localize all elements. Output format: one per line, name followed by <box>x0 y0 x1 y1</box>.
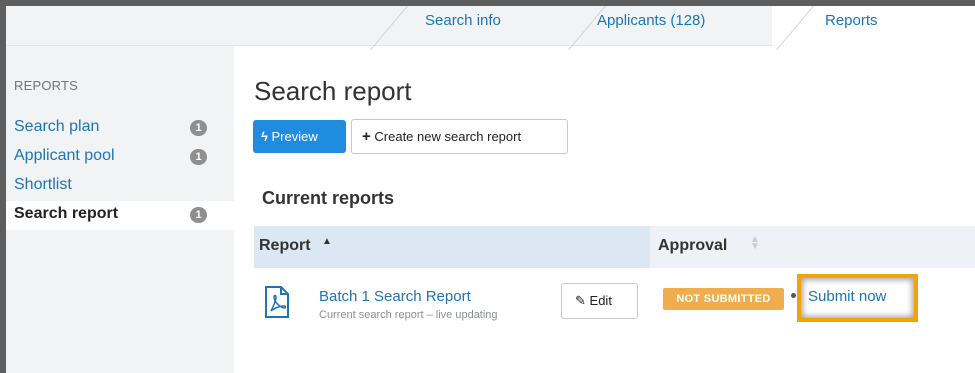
sidebar-item-shortlist[interactable]: Shortlist <box>6 172 234 201</box>
pdf-file-icon <box>265 286 289 318</box>
count-badge: 1 <box>190 120 207 136</box>
count-badge: 1 <box>190 207 207 223</box>
report-title-link[interactable]: Batch 1 Search Report <box>319 288 471 305</box>
preview-button-label: Preview <box>271 129 318 144</box>
section-title: Current reports <box>262 188 395 208</box>
status-badge: NOT SUBMITTED <box>663 288 784 310</box>
sidebar-item-label: Applicant pool <box>14 147 115 164</box>
count-badge: 1 <box>190 149 207 165</box>
submit-now-link[interactable]: Submit now <box>808 288 886 305</box>
column-header-report[interactable]: Report <box>259 237 311 255</box>
sidebar-item-label: Shortlist <box>14 176 72 193</box>
sort-icon[interactable]: ▲ ▼ <box>750 235 760 252</box>
sidebar-heading: REPORTS <box>14 78 79 93</box>
preview-button[interactable]: ϟ Preview <box>253 120 346 153</box>
edit-icon: ✎ <box>575 293 586 308</box>
sidebar-item-search-report[interactable]: Search report 1 <box>6 201 234 230</box>
page-title: Search report <box>254 76 412 106</box>
separator-dot <box>791 293 796 298</box>
lightning-icon: ϟ <box>261 129 268 144</box>
sidebar-item-label: Search plan <box>14 118 100 135</box>
tab-applicants[interactable]: Applicants (128) <box>597 12 705 29</box>
create-report-label: Create new search report <box>374 129 522 144</box>
edit-button[interactable]: ✎ Edit <box>561 283 638 319</box>
create-report-button[interactable]: + Create new search report <box>351 119 568 154</box>
report-subtitle: Current search report – live updating <box>319 309 498 321</box>
plus-icon: + <box>362 128 371 145</box>
sidebar-item-applicant-pool[interactable]: Applicant pool 1 <box>6 143 234 172</box>
tab-reports[interactable]: Reports <box>825 12 878 29</box>
sidebar: REPORTS Search plan 1 Applicant pool 1 S… <box>6 46 234 373</box>
column-header-approval[interactable]: Approval <box>658 237 727 255</box>
sidebar-item-label: Search report <box>14 205 119 222</box>
sort-asc-icon[interactable]: ▲ <box>322 236 332 247</box>
edit-button-label: Edit <box>589 293 612 308</box>
tab-search-info[interactable]: Search info <box>425 12 501 29</box>
sidebar-item-search-plan[interactable]: Search plan 1 <box>6 114 234 143</box>
